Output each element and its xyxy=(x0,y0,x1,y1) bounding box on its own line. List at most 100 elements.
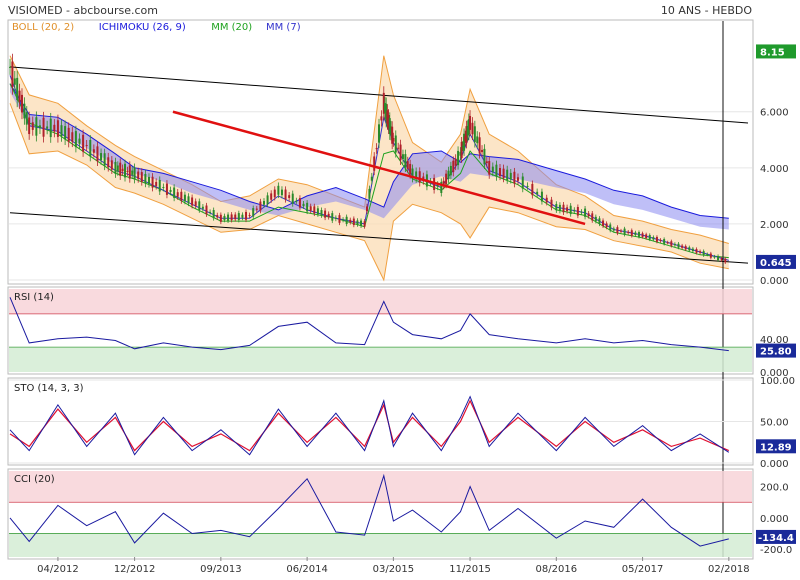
price-candle xyxy=(637,232,640,237)
price-candle xyxy=(488,161,491,175)
price-candle xyxy=(162,186,165,188)
price-candle xyxy=(187,196,190,204)
price-candle xyxy=(158,179,161,192)
cci-y-tick-label: 200.0 xyxy=(760,483,789,494)
price-candle xyxy=(655,236,658,242)
price-candle xyxy=(499,168,502,177)
price-candle xyxy=(677,243,680,248)
price-candle xyxy=(516,177,519,181)
price-candle xyxy=(394,135,397,153)
price-candle xyxy=(18,90,21,102)
price-candle xyxy=(645,234,648,239)
price-candle xyxy=(562,204,565,213)
price-candle xyxy=(64,126,67,140)
sto-y-tick-label: 0.000 xyxy=(760,459,789,470)
price-candle xyxy=(74,131,77,148)
price-candle xyxy=(691,248,694,252)
price-candle xyxy=(227,214,230,221)
chart-stage: VISIOMED - abcbourse.com 10 ANS - HEBDO … xyxy=(7,4,796,575)
price-candle xyxy=(291,193,294,204)
price-candle xyxy=(681,245,684,248)
x-tick-label: 02/2018 xyxy=(708,564,750,575)
legend-entry: MM (20) xyxy=(211,22,252,33)
price-candle xyxy=(620,230,623,232)
price-candle xyxy=(230,214,233,221)
price-candle xyxy=(663,239,666,244)
x-tick-label: 11/2015 xyxy=(449,564,491,575)
price-candle xyxy=(659,239,662,241)
price-candle xyxy=(506,169,509,180)
price-candle xyxy=(454,158,457,166)
price-candle xyxy=(478,137,481,154)
price-candle xyxy=(180,191,183,201)
price-candle xyxy=(688,247,691,251)
price-candle xyxy=(598,218,601,224)
price-candle xyxy=(223,215,226,220)
price-candle xyxy=(320,210,323,216)
price-candle xyxy=(212,210,215,219)
price-candle xyxy=(555,203,558,211)
price-candle xyxy=(82,134,85,152)
price-candle xyxy=(16,77,19,101)
cci-value-box: -134.4 xyxy=(756,529,796,544)
price-candle xyxy=(670,241,673,246)
price-candle xyxy=(378,124,380,143)
price-candle xyxy=(584,208,587,217)
price-candle xyxy=(277,185,280,195)
price-candle xyxy=(114,161,117,174)
cci-oversold-zone xyxy=(9,533,752,557)
price-candle xyxy=(183,194,186,202)
rsi-overbought-zone xyxy=(9,289,752,314)
price-candle xyxy=(201,206,204,209)
cci-y-tick-label: 0.000 xyxy=(760,514,789,525)
price-candle xyxy=(481,149,484,153)
price-candle xyxy=(406,161,409,169)
price-candle xyxy=(9,66,11,68)
price-candle xyxy=(46,126,49,129)
price-y-tick-label: 0.000 xyxy=(760,276,789,287)
price-candle xyxy=(469,115,472,130)
price-candle xyxy=(116,165,119,172)
price-candle xyxy=(131,170,134,175)
sto-y-tick-label: 50.00 xyxy=(760,418,789,429)
price-candle xyxy=(609,224,612,231)
price-candle xyxy=(85,145,88,147)
price-candle xyxy=(349,219,352,223)
price-candle xyxy=(169,189,172,192)
price-candle xyxy=(401,154,404,159)
price-candle xyxy=(366,206,369,212)
price-candle xyxy=(133,167,136,180)
price-candle xyxy=(397,147,400,149)
price-candle xyxy=(35,117,38,136)
sto-y-tick-label: 100.00 xyxy=(760,376,795,387)
price-candle xyxy=(566,207,569,212)
price-candle xyxy=(96,146,99,162)
price-candle xyxy=(270,193,273,200)
price-candle xyxy=(137,171,140,179)
price-candle xyxy=(352,218,355,226)
chart-title: VISIOMED - abcbourse.com xyxy=(8,4,158,17)
price-candle xyxy=(42,117,45,137)
legend-entry: BOLL (20, 2) xyxy=(12,22,74,33)
x-tick-label: 04/2012 xyxy=(37,564,79,575)
price-candle xyxy=(623,228,626,235)
price-candle xyxy=(540,191,543,202)
price-candle xyxy=(128,165,131,179)
x-tick-label: 06/2014 xyxy=(286,564,328,575)
sto-value-box: 12.89 xyxy=(756,439,796,454)
price-candle xyxy=(483,148,486,165)
price-candle xyxy=(648,235,651,240)
price-candle xyxy=(191,197,194,206)
legend-entry: ICHIMOKU (26, 9) xyxy=(99,22,186,33)
price-candle xyxy=(576,207,579,216)
price-candle xyxy=(641,233,644,237)
price-candle xyxy=(324,210,327,218)
chart-period: 10 ANS - HEBDO xyxy=(661,4,752,17)
price-candle xyxy=(266,195,269,205)
price-candle xyxy=(531,183,534,196)
price-candle xyxy=(119,162,122,176)
price-candle xyxy=(295,200,298,202)
price-candle xyxy=(587,213,590,217)
price-candle xyxy=(720,258,723,261)
price-candle xyxy=(545,197,548,203)
